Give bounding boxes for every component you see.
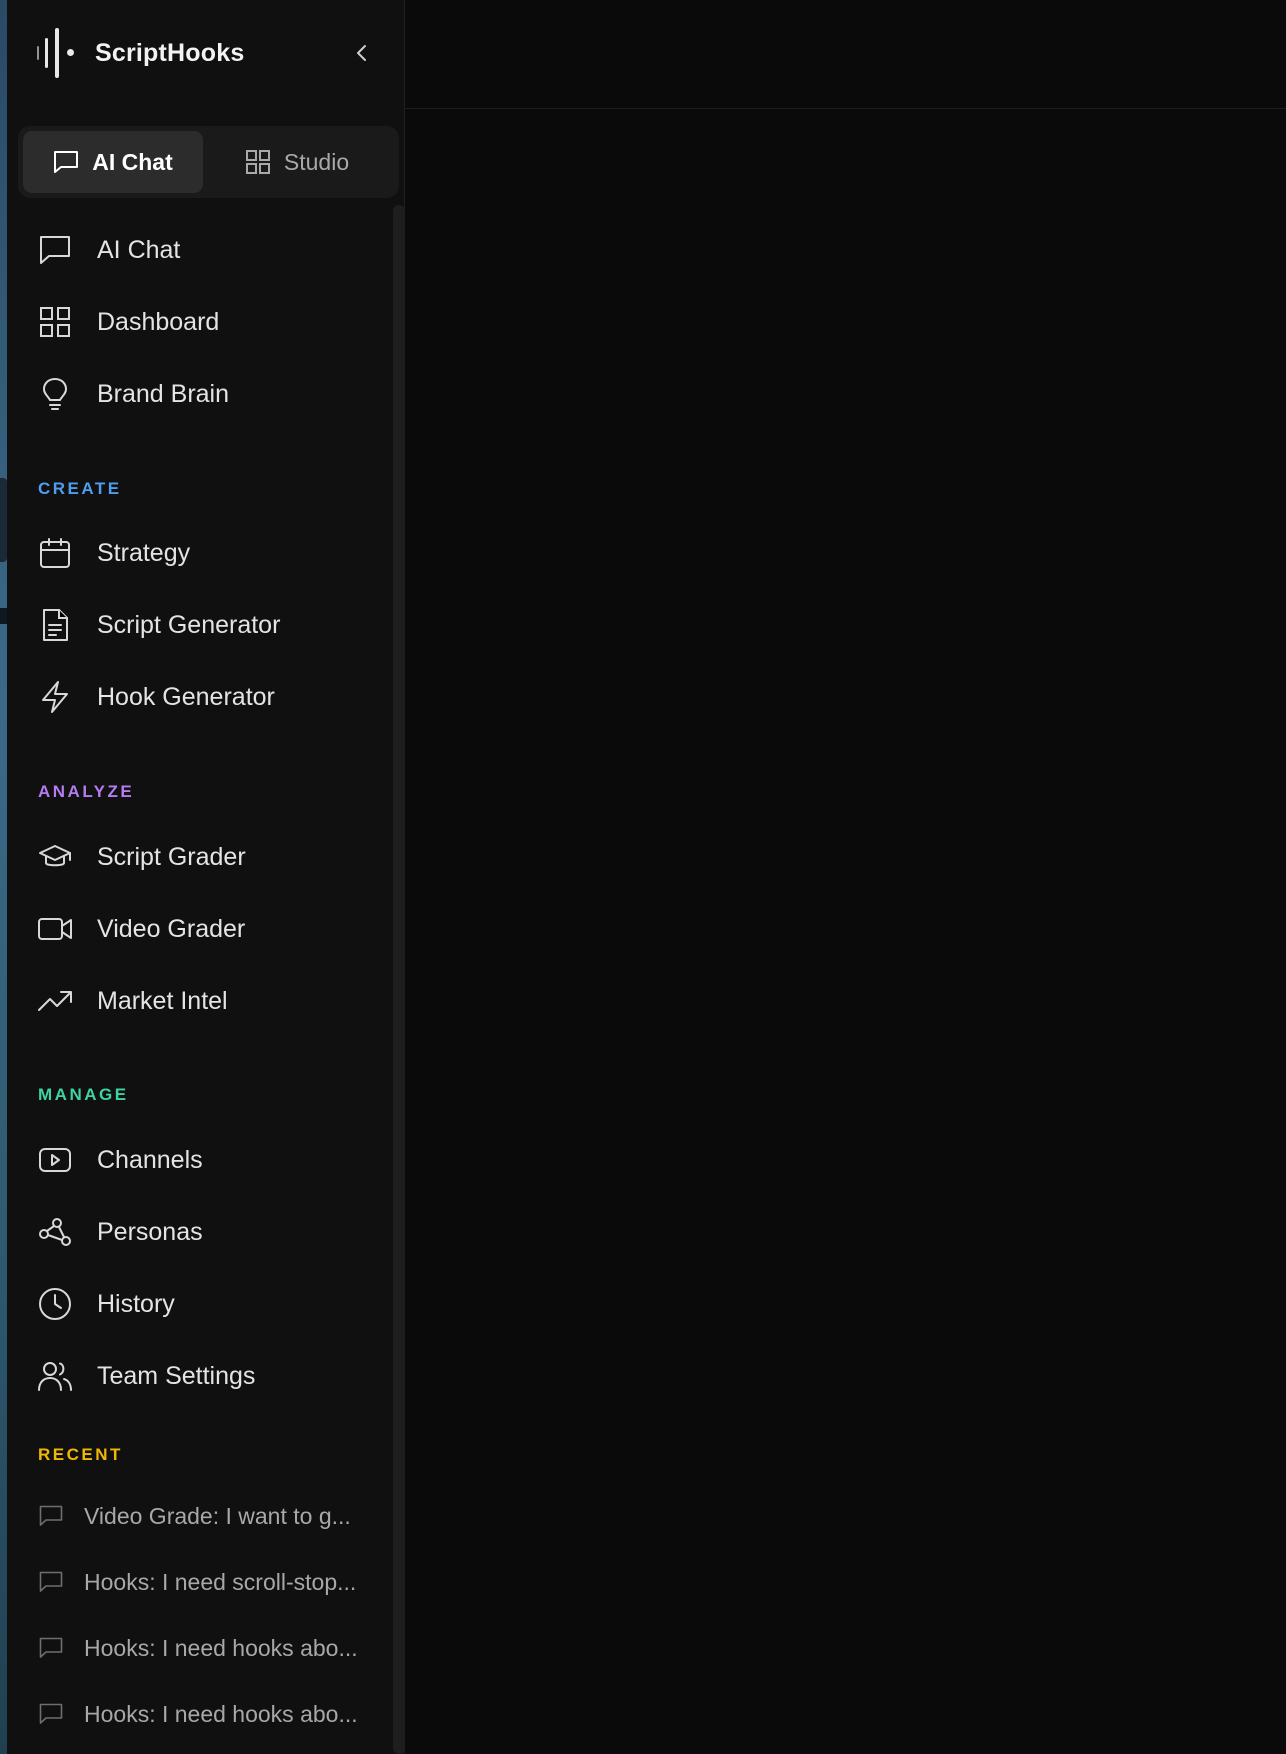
chat-icon xyxy=(38,1569,64,1595)
section-label-create: CREATE xyxy=(38,479,122,498)
collapse-sidebar-button[interactable] xyxy=(347,38,377,68)
sidebar-item-label: Hook Generator xyxy=(97,682,275,711)
sidebar-item-video-grader[interactable]: Video Grader xyxy=(37,905,245,953)
sidebar-item-channels[interactable]: Channels xyxy=(37,1136,203,1184)
sidebar-item-brand-brain[interactable]: Brand Brain xyxy=(37,370,229,418)
section-label-manage: MANAGE xyxy=(38,1085,129,1104)
sidebar-item-label: Script Generator xyxy=(97,610,281,639)
brand[interactable]: ScriptHooks xyxy=(35,28,244,78)
mode-tab-ai-chat[interactable]: AI Chat xyxy=(23,131,203,193)
sidebar-item-label: AI Chat xyxy=(97,235,181,264)
scripthooks-logo-icon xyxy=(35,28,75,78)
sidebar-item-personas[interactable]: Personas xyxy=(37,1208,203,1256)
users-icon xyxy=(37,1358,73,1394)
calendar-icon xyxy=(37,535,73,571)
sidebar-item-script-grader[interactable]: Script Grader xyxy=(37,833,246,881)
sidebar-item-hook-generator[interactable]: Hook Generator xyxy=(37,673,275,721)
sidebar-item-label: Team Settings xyxy=(97,1361,256,1390)
sidebar-item-label: Video Grader xyxy=(97,914,246,943)
grid-icon xyxy=(245,150,270,174)
sidebar-item-label: Brand Brain xyxy=(97,379,230,408)
sidebar-item-label: Dashboard xyxy=(97,307,220,336)
document-icon xyxy=(37,607,73,643)
sidebar-item-dashboard[interactable]: Dashboard xyxy=(37,298,219,346)
sidebar-item-label: Channels xyxy=(97,1145,203,1174)
sidebar-item-label: Market Intel xyxy=(97,986,228,1015)
recent-item[interactable]: Hooks: I need hooks abo... xyxy=(38,1628,358,1668)
mode-switch: AI Chat Studio xyxy=(18,126,399,198)
play-square-icon xyxy=(37,1142,73,1178)
recent-item[interactable]: Video Grade: I want to g... xyxy=(38,1496,351,1536)
chat-icon xyxy=(54,151,79,173)
graduation-cap-icon xyxy=(37,839,73,875)
lightbulb-icon xyxy=(37,376,73,412)
mode-tab-label: AI Chat xyxy=(92,148,173,175)
recent-item[interactable]: Hooks: I need hooks abo... xyxy=(38,1694,358,1734)
grid-icon xyxy=(37,304,73,340)
mode-tab-label: Studio xyxy=(283,148,350,175)
chat-icon xyxy=(38,1701,64,1727)
section-label-recent: RECENT xyxy=(38,1445,123,1464)
chevron-left-icon xyxy=(357,45,366,61)
desktop-background-edge xyxy=(0,0,7,1754)
sidebar-item-label: Strategy xyxy=(97,538,191,567)
brand-name: ScriptHooks xyxy=(95,38,245,67)
chat-icon xyxy=(37,232,73,268)
sidebar-item-script-generator[interactable]: Script Generator xyxy=(37,601,280,649)
trending-up-icon xyxy=(37,983,73,1019)
mode-tab-studio[interactable]: Studio xyxy=(207,131,387,193)
video-camera-icon xyxy=(37,911,73,947)
recent-item-label: Hooks: I need scroll-stop... xyxy=(84,1568,357,1595)
sidebar-item-label: Personas xyxy=(97,1217,203,1246)
sidebar-item-strategy[interactable]: Strategy xyxy=(37,529,190,577)
sidebar-item-ai-chat[interactable]: AI Chat xyxy=(37,226,180,274)
desktop-window-edge-small xyxy=(0,608,7,624)
network-icon xyxy=(37,1214,73,1250)
sidebar-item-label: History xyxy=(97,1289,175,1318)
recent-item-label: Hooks: I need hooks abo... xyxy=(84,1634,358,1661)
sidebar-item-team-settings[interactable]: Team Settings xyxy=(37,1352,255,1400)
chat-icon xyxy=(38,1503,64,1529)
recent-item-label: Video Grade: I want to g... xyxy=(84,1502,351,1529)
sidebar-item-label: Script Grader xyxy=(97,842,246,871)
sidebar-scrollbar[interactable] xyxy=(393,205,405,1754)
lightning-icon xyxy=(37,679,73,715)
section-label-analyze: ANALYZE xyxy=(38,782,135,801)
recent-item[interactable]: Hooks: I need scroll-stop... xyxy=(38,1562,356,1602)
chat-icon xyxy=(38,1635,64,1661)
clock-icon xyxy=(37,1286,73,1322)
sidebar: ScriptHooks AI Chat Studio AI Chat Dashb… xyxy=(7,0,405,1754)
main-content xyxy=(405,0,1286,1754)
sidebar-item-history[interactable]: History xyxy=(37,1280,175,1328)
sidebar-item-market-intel[interactable]: Market Intel xyxy=(37,977,228,1025)
recent-item-label: Hooks: I need hooks abo... xyxy=(84,1700,358,1727)
top-bar xyxy=(405,0,1286,109)
desktop-window-edge xyxy=(0,478,7,562)
